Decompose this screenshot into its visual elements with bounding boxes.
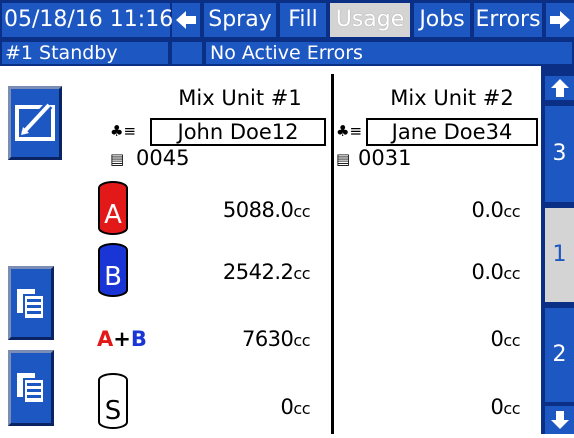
- unit-2-title: Mix Unit #2: [390, 86, 514, 110]
- unit-divider: [331, 74, 334, 434]
- error-status: No Active Errors: [206, 42, 572, 64]
- status-indicator: [172, 42, 202, 64]
- mix-plus: +: [113, 327, 131, 351]
- unit-1-b-volume: 2542.2cc: [222, 260, 311, 284]
- solvent-icon: S: [98, 373, 128, 429]
- mix-ab-icon: A+B: [97, 327, 147, 351]
- unit-1-title: Mix Unit #1: [178, 86, 302, 110]
- mix-a-letter: A: [97, 327, 114, 351]
- job-icon-2: ▤: [336, 150, 351, 168]
- arrow-down-icon: [550, 411, 569, 429]
- user-icon: ♣≡: [110, 122, 137, 140]
- unit-2-solvent-volume: 0cc: [490, 395, 521, 419]
- date-time: 05/18/16 11:16: [2, 3, 173, 37]
- job-icon: ▤: [110, 150, 125, 168]
- tab-jobs[interactable]: Jobs: [414, 3, 470, 37]
- mix-b-letter: B: [130, 327, 147, 351]
- page-1-button[interactable]: 1: [545, 208, 574, 302]
- unit-2-b-volume: 0.0cc: [471, 260, 521, 284]
- scroll-up-button[interactable]: [545, 76, 574, 100]
- scroll-down-button[interactable]: [545, 406, 574, 434]
- edit-icon: [15, 101, 55, 141]
- material-a-label: A: [104, 200, 122, 230]
- tab-spray[interactable]: Spray: [204, 3, 276, 37]
- arrow-left-icon: [176, 11, 196, 29]
- nav-left-button[interactable]: [172, 3, 200, 37]
- solvent-label: S: [105, 396, 122, 426]
- edit-button[interactable]: [8, 86, 62, 160]
- user-icon-2: ♣≡: [336, 122, 363, 140]
- report-1-button[interactable]: [8, 266, 54, 340]
- unit-2-a-volume: 0.0cc: [471, 198, 521, 222]
- page-2-button[interactable]: 2: [545, 308, 574, 402]
- material-a-icon: A: [98, 181, 128, 235]
- unit-2-ab-volume: 0cc: [490, 327, 521, 351]
- system-status: #1 Standby: [2, 42, 168, 64]
- document-2-icon: [17, 373, 45, 404]
- unit-1-user-field[interactable]: John Doe12: [150, 118, 326, 146]
- tab-fill[interactable]: Fill: [280, 3, 326, 37]
- tab-usage[interactable]: Usage: [330, 3, 410, 37]
- page-3-button[interactable]: 3: [545, 106, 574, 202]
- arrow-up-icon: [550, 79, 569, 97]
- unit-2-user-field[interactable]: Jane Doe34: [366, 118, 538, 146]
- arrow-right-icon: [550, 11, 570, 29]
- unit-2-job-number: 0031: [358, 146, 412, 170]
- nav-right-button[interactable]: [546, 3, 574, 37]
- material-b-icon: B: [98, 243, 128, 297]
- unit-1-job-number: 0045: [136, 146, 190, 170]
- unit-1-ab-volume: 7630cc: [241, 327, 311, 351]
- material-b-label: B: [104, 262, 122, 292]
- document-1-icon: [17, 289, 45, 320]
- unit-1-a-volume: 5088.0cc: [222, 198, 311, 222]
- unit-1-solvent-volume: 0cc: [280, 395, 311, 419]
- report-2-button[interactable]: [8, 350, 54, 426]
- tab-errors[interactable]: Errors: [474, 3, 542, 37]
